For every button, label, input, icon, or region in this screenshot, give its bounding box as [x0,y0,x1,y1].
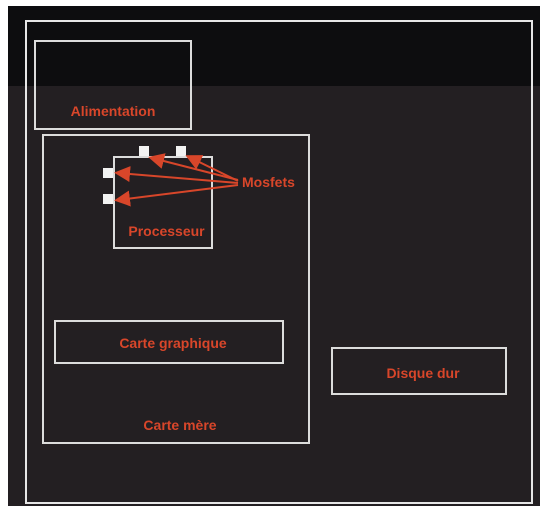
arrow-to-pad-left-2 [114,184,239,207]
mosfet-arrows [114,153,239,207]
mosfets-label: Mosfets [242,174,295,190]
graphics-card-label: Carte graphique [119,335,227,351]
hard-drive-label: Disque dur [386,365,460,381]
